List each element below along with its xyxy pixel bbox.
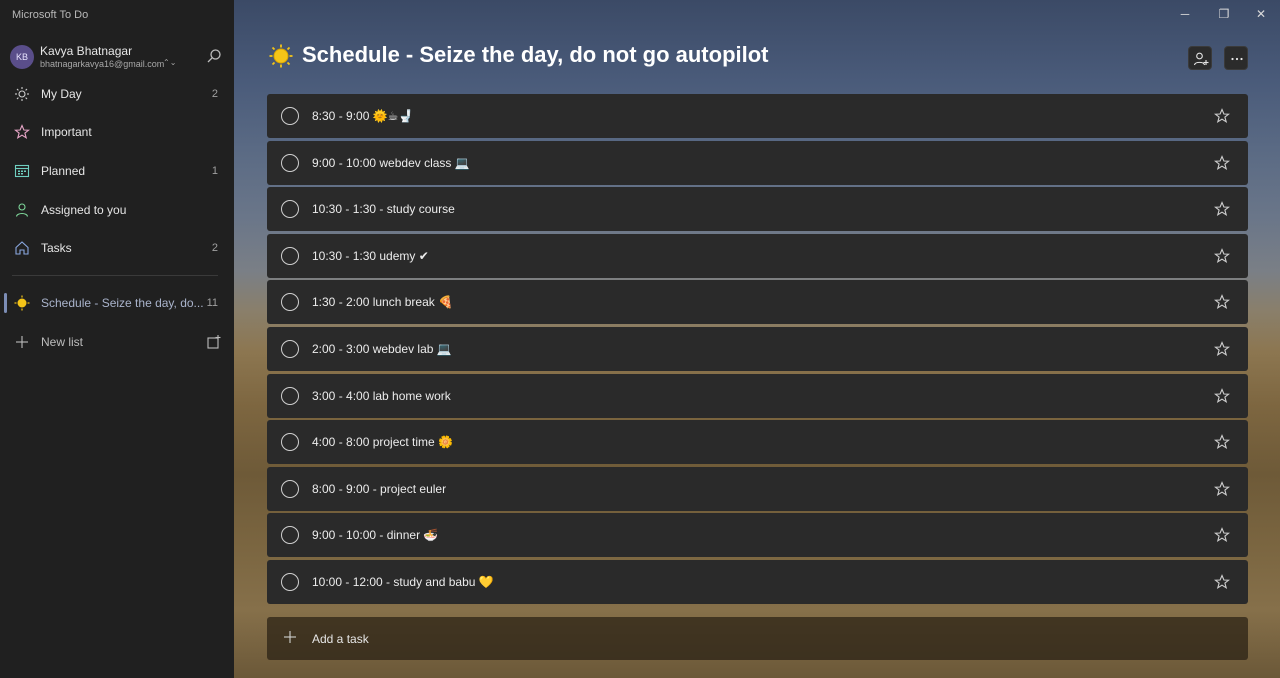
maximize-icon[interactable]: ❐ — [1215, 6, 1233, 22]
task-title: 3:00 - 4:00 lab home work — [312, 388, 451, 403]
sidebar-item-tasks[interactable]: Tasks 2 — [0, 230, 234, 266]
task-row[interactable]: 4:00 - 8:00 project time 🌼 — [267, 420, 1248, 465]
account-email: bhatnagarkavya16@gmail.com — [40, 59, 165, 69]
app-title: Microsoft To Do — [12, 9, 89, 21]
task-title: 10:30 - 1:30 udemy ✔ — [312, 248, 429, 263]
star-icon — [14, 124, 30, 140]
task-row[interactable]: 2:00 - 3:00 webdev lab 💻 — [267, 327, 1248, 371]
new-list-button[interactable]: New list — [0, 324, 234, 360]
sidebar-item-label: My Day — [41, 87, 82, 101]
task-row[interactable]: 9:00 - 10:00 - dinner 🍜 — [267, 513, 1248, 558]
plus-icon — [284, 631, 296, 643]
task-row[interactable]: 8:00 - 9:00 - project euler — [267, 466, 1248, 511]
complete-task-checkbox[interactable] — [281, 153, 299, 172]
task-title: 4:00 - 8:00 project time 🌼 — [312, 435, 454, 450]
person-icon — [15, 203, 29, 217]
search-icon[interactable] — [206, 48, 222, 64]
task-row[interactable]: 8:30 - 9:00 🌞☕🚽 — [267, 94, 1248, 138]
star-icon[interactable] — [1214, 434, 1230, 450]
complete-task-checkbox[interactable] — [281, 340, 299, 358]
star-icon[interactable] — [1214, 201, 1230, 217]
account-name: Kavya Bhatnagar — [40, 44, 133, 58]
complete-task-checkbox[interactable] — [281, 573, 299, 591]
sidebar-item-assigned[interactable]: Assigned to you — [0, 192, 234, 228]
task-row[interactable]: 10:30 - 1:30 udemy ✔ — [267, 233, 1248, 278]
account-switcher[interactable]: KB Kavya Bhatnagar bhatnagarkavya16@gmai… — [10, 43, 224, 71]
sidebar-item-important[interactable]: Important — [0, 114, 234, 150]
star-icon[interactable] — [1214, 480, 1230, 497]
add-task-input[interactable]: Add a task — [267, 617, 1248, 660]
task-title: 1:30 - 2:00 lunch break 🍕 — [312, 295, 454, 310]
minimize-icon[interactable]: ─ — [1176, 6, 1194, 22]
task-title: 9:00 - 10:00 - dinner 🍜 — [312, 528, 439, 543]
star-icon[interactable] — [1214, 574, 1230, 590]
sidebar-item-my-day[interactable]: My Day 2 — [0, 76, 234, 112]
task-title: 8:30 - 9:00 🌞☕🚽 — [312, 109, 414, 123]
complete-task-checkbox[interactable] — [281, 479, 299, 498]
complete-task-checkbox[interactable] — [281, 433, 299, 452]
task-row[interactable]: 10:00 - 12:00 - study and babu 💛 — [267, 560, 1248, 604]
sidebar-divider — [12, 275, 218, 276]
sidebar-item-label: Important — [41, 125, 92, 139]
calendar-icon — [14, 164, 30, 178]
sidebar-item-count: 1 — [211, 165, 218, 177]
sidebar-item-label: Tasks — [41, 241, 72, 255]
task-row[interactable]: 10:30 - 1:30 - study course — [267, 187, 1248, 232]
page-title: Schedule - Seize the day, do not go auto… — [302, 42, 769, 67]
star-icon[interactable] — [1214, 108, 1230, 124]
sidebar-item-count: 2 — [211, 88, 218, 100]
complete-task-checkbox[interactable] — [281, 200, 299, 219]
task-title: 10:30 - 1:30 - study course — [312, 202, 455, 217]
sidebar-item-count: 11 — [206, 297, 218, 309]
star-icon[interactable] — [1214, 247, 1230, 264]
sun-emoji-icon — [269, 44, 293, 68]
task-list-pane: ─ ❐ ✕ Schedule - Seize the day, do not g… — [234, 0, 1280, 678]
task-row[interactable]: 9:00 - 10:00 webdev class 💻 — [267, 140, 1248, 185]
task-title: 8:00 - 9:00 - project euler — [312, 481, 447, 496]
more-icon — [1231, 57, 1243, 61]
complete-task-checkbox[interactable] — [281, 293, 299, 312]
sidebar-item-label: Assigned to you — [41, 203, 127, 217]
sun-emoji-icon — [14, 295, 30, 311]
add-person-icon — [1193, 52, 1209, 66]
new-group-icon[interactable] — [206, 334, 222, 350]
sidebar: Microsoft To Do KB Kavya Bhatnagar bhatn… — [0, 0, 234, 678]
sun-icon — [15, 87, 29, 101]
star-icon[interactable] — [1214, 527, 1230, 543]
share-list-button[interactable] — [1188, 46, 1212, 70]
task-title: 9:00 - 10:00 webdev class 💻 — [312, 155, 470, 170]
sidebar-item-label: Planned — [41, 164, 86, 178]
sidebar-item-label: Schedule - Seize the day, do... — [41, 296, 204, 310]
task-title: 10:00 - 12:00 - study and babu 💛 — [312, 575, 494, 589]
more-options-button[interactable] — [1224, 46, 1248, 70]
complete-task-checkbox[interactable] — [281, 386, 299, 405]
star-icon[interactable] — [1214, 387, 1230, 404]
add-task-placeholder: Add a task — [312, 632, 369, 646]
sidebar-item-planned[interactable]: Planned 1 — [0, 153, 234, 189]
star-icon[interactable] — [1214, 294, 1230, 310]
close-icon[interactable]: ✕ — [1252, 6, 1270, 22]
task-row[interactable]: 1:30 - 2:00 lunch break 🍕 — [267, 280, 1248, 325]
sidebar-item-schedule-list[interactable]: Schedule - Seize the day, do... 11 — [0, 285, 234, 321]
home-icon — [15, 241, 29, 255]
task-title: 2:00 - 3:00 webdev lab 💻 — [312, 342, 452, 356]
star-icon[interactable] — [1214, 341, 1230, 357]
avatar: KB — [10, 45, 34, 69]
task-row[interactable]: 3:00 - 4:00 lab home work — [267, 373, 1248, 418]
chevron-updown-icon: ⌃⌄ — [163, 58, 177, 67]
star-icon[interactable] — [1214, 154, 1230, 171]
complete-task-checkbox[interactable] — [281, 107, 299, 125]
complete-task-checkbox[interactable] — [281, 526, 299, 545]
sidebar-item-count: 2 — [211, 242, 218, 254]
plus-icon — [16, 336, 28, 348]
new-list-label: New list — [41, 335, 84, 349]
complete-task-checkbox[interactable] — [281, 246, 299, 265]
